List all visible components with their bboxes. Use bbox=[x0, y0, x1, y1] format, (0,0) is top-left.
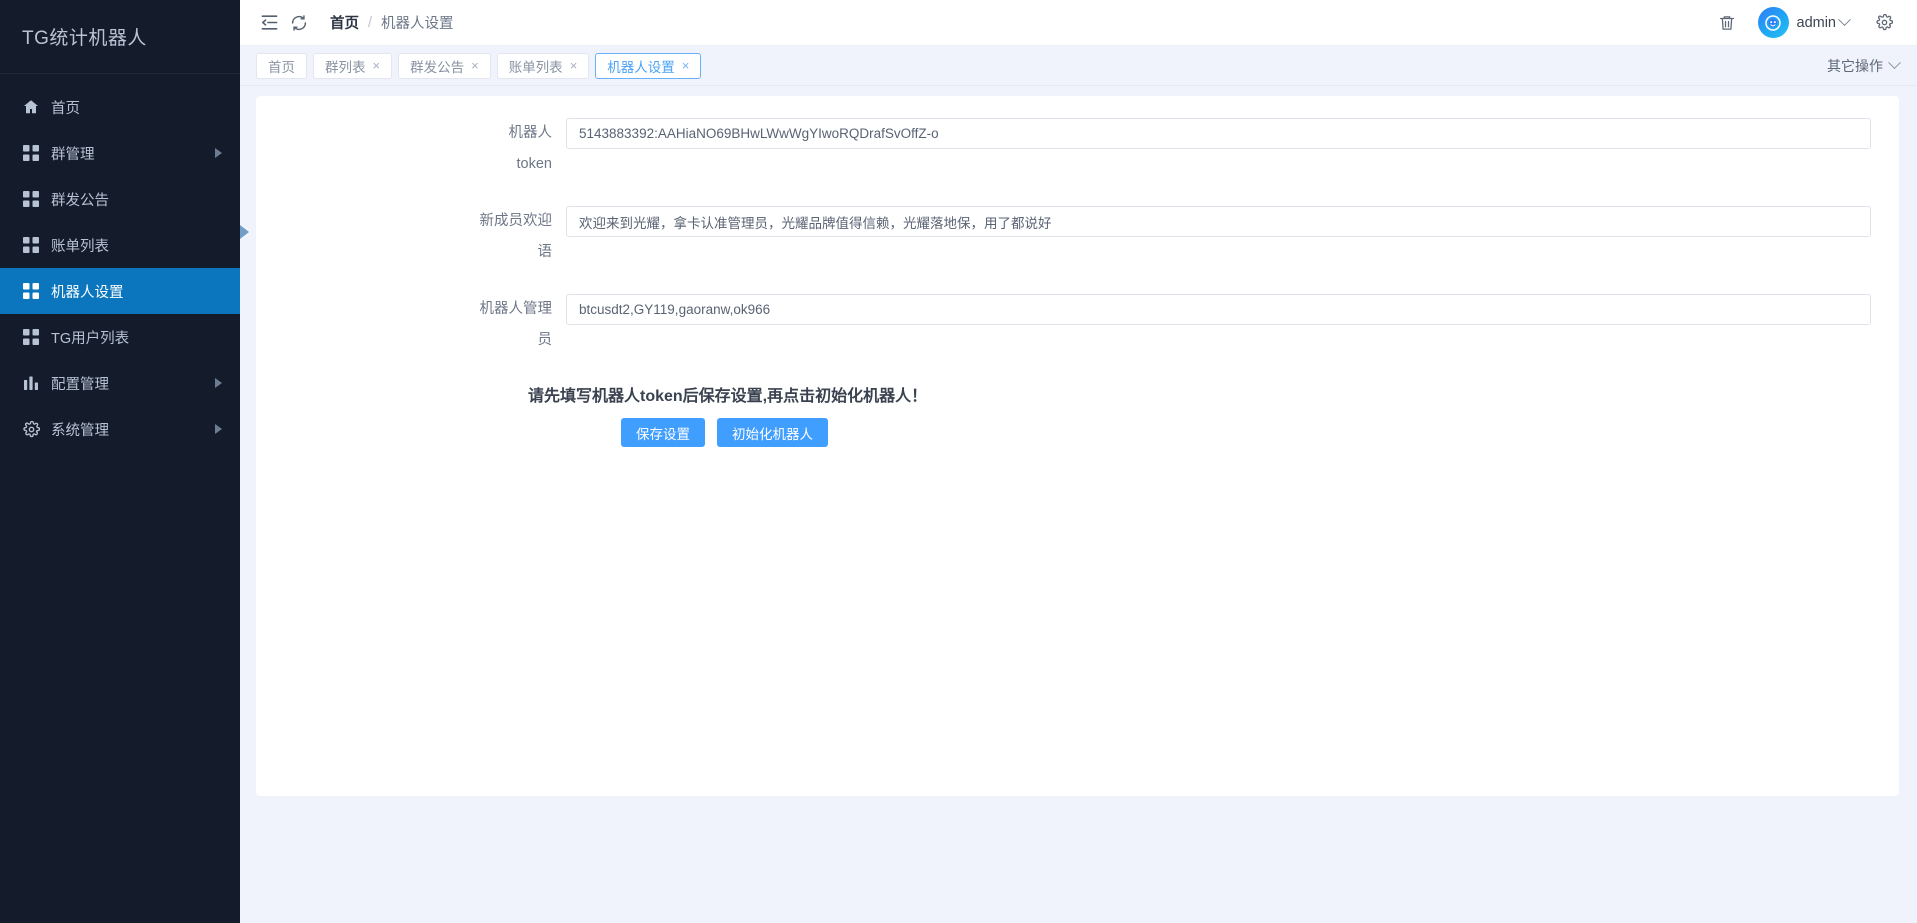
sidebar: TG统计机器人 首页 群管理 群发公告 账单列表 机器人设置 TG用户列表 配置… bbox=[0, 0, 240, 923]
bot-token-label-line2: token bbox=[516, 156, 552, 172]
breadcrumb: 首页 / 机器人设置 bbox=[330, 12, 454, 33]
init-bot-button[interactable]: 初始化机器人 bbox=[717, 418, 828, 447]
bot-admins-input[interactable] bbox=[566, 294, 1871, 325]
bot-token-label-line1: 机器人 bbox=[508, 125, 553, 141]
chart-bar-icon bbox=[22, 374, 40, 392]
bot-admins-field-wrap bbox=[566, 294, 1899, 356]
tab-bot-settings[interactable]: 机器人设置 × bbox=[595, 52, 702, 79]
bot-admins-label-line2: 员 bbox=[537, 332, 553, 348]
welcome-message-field-wrap bbox=[566, 206, 1899, 268]
sidebar-item-bot-settings[interactable]: 机器人设置 bbox=[0, 268, 240, 314]
sidebar-item-label: 账单列表 bbox=[51, 238, 109, 255]
close-icon[interactable]: × bbox=[373, 59, 381, 72]
tab-label: 账单列表 bbox=[508, 59, 563, 75]
sidebar-item-label: 配置管理 bbox=[51, 376, 109, 393]
form-row-token: 机器人 token bbox=[256, 118, 1899, 180]
tab-label: 机器人设置 bbox=[607, 59, 675, 75]
sidebar-item-label: 群发公告 bbox=[51, 192, 109, 209]
tab-home[interactable]: 首页 bbox=[256, 52, 307, 79]
other-operations-label: 其它操作 bbox=[1827, 57, 1883, 74]
sidebar-item-label: 群管理 bbox=[51, 146, 95, 163]
bot-admins-label: 机器人管理 员 bbox=[256, 294, 566, 356]
tab-bill-list[interactable]: 账单列表 × bbox=[496, 52, 590, 79]
tab-strip: 首页 群列表 × 群发公告 × 账单列表 × 机器人设置 × 其它操作 bbox=[240, 46, 1917, 86]
gear-icon[interactable] bbox=[1869, 8, 1899, 38]
sidebar-collapse-handle[interactable] bbox=[240, 225, 249, 239]
bot-avatar-icon bbox=[1757, 7, 1789, 38]
user-menu[interactable]: admin bbox=[1757, 7, 1851, 38]
welcome-message-input[interactable] bbox=[566, 206, 1871, 237]
close-icon[interactable]: × bbox=[682, 59, 690, 72]
menu-collapse-icon[interactable] bbox=[254, 8, 284, 38]
sidebar-nav: 首页 群管理 群发公告 账单列表 机器人设置 TG用户列表 配置管理 系统管理 bbox=[0, 74, 240, 452]
form-actions: 保存设置 初始化机器人 bbox=[621, 418, 1899, 447]
close-icon[interactable]: × bbox=[471, 59, 479, 72]
bot-admins-label-line1: 机器人管理 bbox=[479, 301, 553, 317]
tab-label: 群发公告 bbox=[410, 59, 465, 75]
other-operations-dropdown[interactable]: 其它操作 bbox=[1827, 56, 1901, 76]
sidebar-item-group-manage[interactable]: 群管理 bbox=[0, 130, 240, 176]
grid-icon bbox=[22, 190, 40, 208]
welcome-message-label-line1: 新成员欢迎 bbox=[479, 213, 553, 229]
grid-icon bbox=[22, 328, 40, 346]
sidebar-item-broadcast[interactable]: 群发公告 bbox=[0, 176, 240, 222]
bot-token-field-wrap bbox=[566, 118, 1899, 180]
sidebar-item-config-manage[interactable]: 配置管理 bbox=[0, 360, 240, 406]
app-root: TG统计机器人 首页 群管理 群发公告 账单列表 机器人设置 TG用户列表 配置… bbox=[0, 0, 1917, 923]
form-row-admins: 机器人管理 员 bbox=[256, 294, 1899, 356]
refresh-icon[interactable] bbox=[284, 8, 314, 38]
grid-icon bbox=[22, 144, 40, 162]
sidebar-item-tg-users[interactable]: TG用户列表 bbox=[0, 314, 240, 360]
form-row-welcome: 新成员欢迎 语 bbox=[256, 206, 1899, 268]
breadcrumb-home[interactable]: 首页 bbox=[330, 12, 359, 33]
sidebar-item-system-manage[interactable]: 系统管理 bbox=[0, 406, 240, 452]
bot-settings-card: 机器人 token 新成员欢迎 语 bbox=[256, 96, 1899, 796]
tab-label: 群列表 bbox=[325, 59, 366, 75]
tab-broadcast[interactable]: 群发公告 × bbox=[398, 52, 491, 79]
home-icon bbox=[22, 98, 40, 116]
main-area: 首页 / 机器人设置 admin 首页 群列表 × 群发公告 × 账单列表 × … bbox=[240, 0, 1917, 923]
topbar: 首页 / 机器人设置 admin bbox=[240, 0, 1917, 46]
breadcrumb-current: 机器人设置 bbox=[381, 16, 454, 32]
sidebar-item-label: TG用户列表 bbox=[51, 330, 130, 347]
content-wrap: 机器人 token 新成员欢迎 语 bbox=[240, 86, 1917, 923]
brand-title: TG统计机器人 bbox=[0, 0, 240, 74]
sidebar-item-bill-list[interactable]: 账单列表 bbox=[0, 222, 240, 268]
chevron-right-icon bbox=[215, 378, 222, 388]
trash-icon[interactable] bbox=[1712, 8, 1742, 38]
sidebar-item-home[interactable]: 首页 bbox=[0, 84, 240, 130]
sidebar-item-label: 机器人设置 bbox=[51, 284, 124, 301]
save-settings-button[interactable]: 保存设置 bbox=[621, 418, 705, 447]
grid-icon bbox=[22, 236, 40, 254]
gear-icon bbox=[22, 420, 40, 438]
welcome-message-label-line2: 语 bbox=[537, 244, 553, 260]
sidebar-item-label: 系统管理 bbox=[51, 422, 109, 439]
close-icon[interactable]: × bbox=[570, 59, 578, 72]
tab-label: 首页 bbox=[268, 59, 295, 75]
user-name: admin bbox=[1796, 14, 1837, 31]
chevron-down-icon bbox=[1888, 56, 1901, 70]
bot-token-input[interactable] bbox=[566, 118, 1871, 149]
chevron-right-icon bbox=[215, 148, 222, 158]
chevron-right-icon bbox=[215, 424, 222, 434]
breadcrumb-separator: / bbox=[368, 14, 373, 31]
sidebar-item-label: 首页 bbox=[51, 100, 80, 117]
chevron-down-icon bbox=[1838, 13, 1851, 27]
bot-token-label: 机器人 token bbox=[256, 118, 566, 180]
welcome-message-label: 新成员欢迎 语 bbox=[256, 206, 566, 268]
grid-icon bbox=[22, 282, 40, 300]
tab-group-list[interactable]: 群列表 × bbox=[313, 52, 393, 79]
setup-hint-text: 请先填写机器人token后保存设置,再点击初始化机器人！ bbox=[528, 388, 928, 405]
